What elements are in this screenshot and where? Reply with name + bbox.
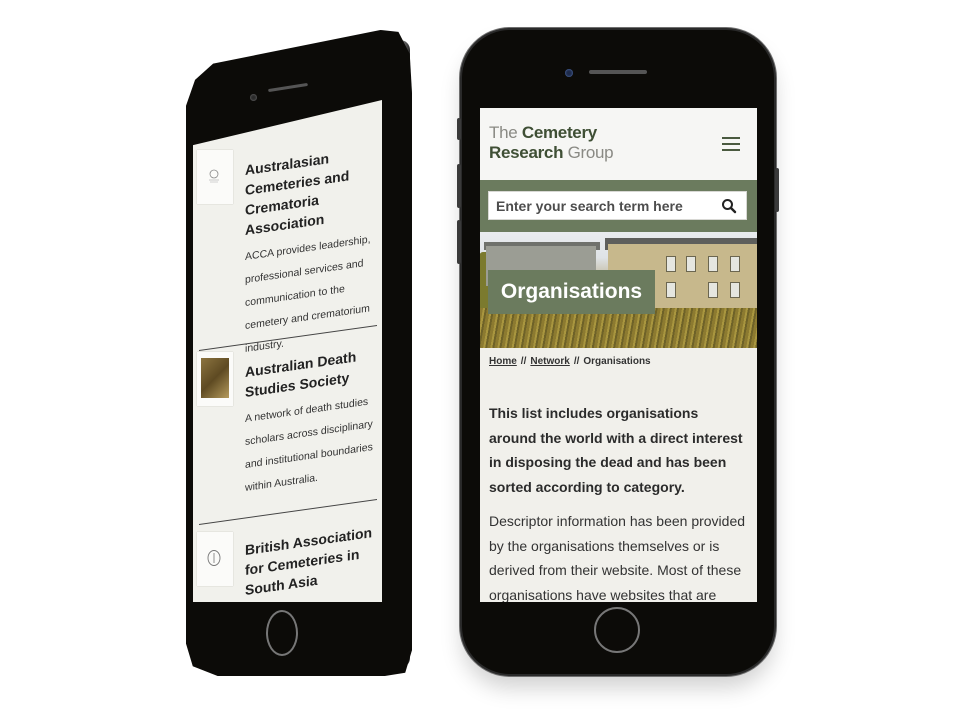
breadcrumb-separator: //	[520, 356, 527, 367]
breadcrumb-home-link[interactable]: Home	[489, 356, 517, 367]
earpiece-speaker	[589, 70, 647, 74]
org-description: A network of death studies scholars acro…	[245, 395, 373, 494]
logo-text: Cemetery	[521, 123, 597, 142]
org-name[interactable]: British Association for Cemeteries in So…	[245, 521, 377, 600]
seal-logo-icon	[207, 550, 221, 566]
search-box	[488, 191, 747, 220]
hamburger-menu-icon[interactable]	[722, 137, 740, 151]
earpiece-speaker	[268, 82, 308, 93]
site-header: The Cemetery Research Group	[480, 108, 757, 180]
front-camera-icon	[250, 94, 257, 101]
org-name[interactable]: Australasian Cemeteries and Crematoria A…	[245, 141, 377, 240]
page-content: This list includes organisations around …	[480, 367, 757, 602]
home-button[interactable]	[594, 607, 640, 653]
left-phone-mockup: Australasian Cemeteries and Crematoria A…	[186, 28, 412, 676]
right-phone-mockup: The Cemetery Research Group Enter your s…	[457, 30, 779, 674]
breadcrumb-separator: //	[573, 356, 580, 367]
search-input[interactable]	[489, 192, 716, 219]
power-button	[775, 168, 779, 212]
volume-up-button	[457, 164, 461, 208]
site-logo[interactable]: The Cemetery Research Group	[489, 123, 614, 163]
breadcrumb: Home//Network//Organisations	[480, 348, 757, 367]
front-camera-icon	[565, 69, 573, 77]
volume-down-button	[457, 220, 461, 264]
logo-text: The	[489, 123, 518, 142]
left-phone-screen: Australasian Cemeteries and Crematoria A…	[193, 100, 382, 602]
breadcrumb-network-link[interactable]: Network	[530, 356, 569, 367]
owl-photo-icon	[201, 358, 229, 398]
mute-switch	[457, 118, 461, 140]
org-thumbnail[interactable]	[197, 532, 233, 586]
right-phone-screen: The Cemetery Research Group Enter your s…	[480, 108, 757, 602]
descriptor-paragraph: Descriptor information has been provided…	[489, 513, 746, 602]
hero-banner: Organisations	[480, 232, 757, 348]
search-bar-container	[480, 180, 757, 232]
intro-paragraph: This list includes organisations around …	[489, 405, 743, 495]
logo-text: Group	[567, 143, 614, 162]
list-divider	[199, 498, 377, 525]
org-thumbnail[interactable]	[197, 352, 233, 406]
search-icon[interactable]	[721, 198, 737, 214]
logo-text: Research	[489, 143, 564, 162]
home-button[interactable]	[266, 610, 298, 656]
hero-image-grass	[480, 308, 757, 348]
breadcrumb-current: Organisations	[583, 356, 651, 367]
phone-body: Australasian Cemeteries and Crematoria A…	[186, 29, 412, 676]
page-title: Organisations	[488, 270, 655, 314]
acca-logo-icon	[209, 169, 219, 183]
org-thumbnail[interactable]	[197, 150, 233, 204]
